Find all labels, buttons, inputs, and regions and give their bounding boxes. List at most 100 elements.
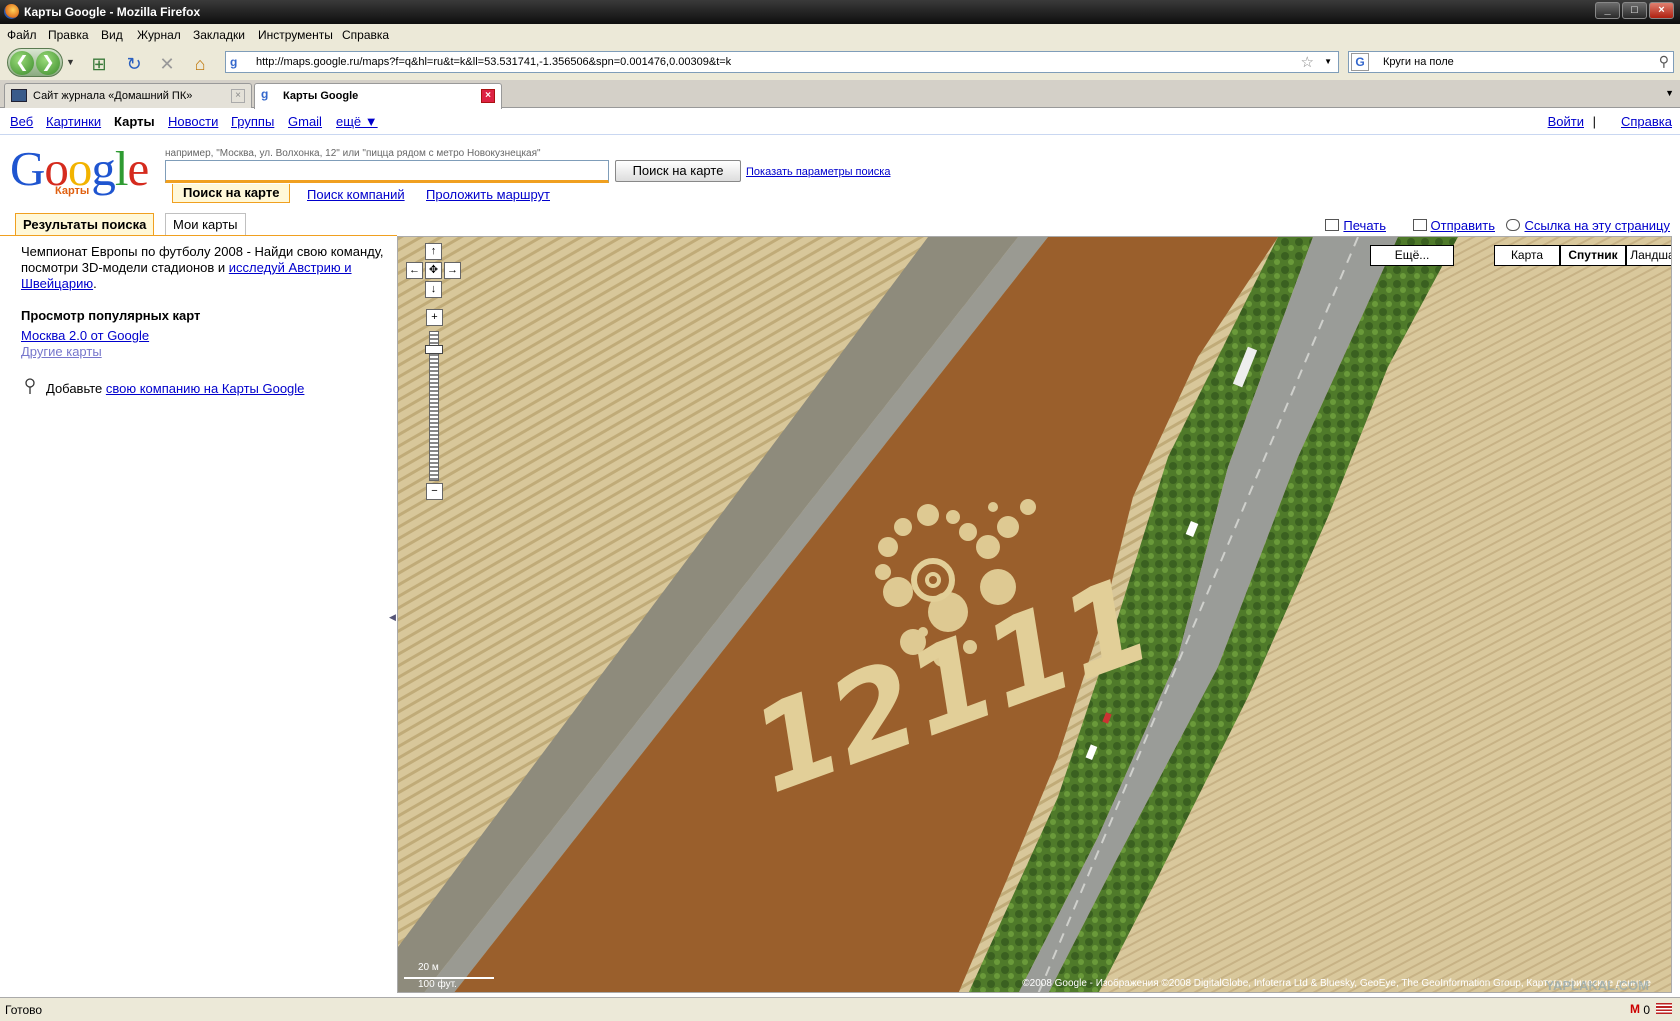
zoom-slider-thumb[interactable] [425,345,443,354]
close-tab-icon[interactable]: × [481,89,495,103]
tab-directions[interactable]: Проложить маршрут [426,187,550,202]
gbar-maps-current: Карты [114,114,155,129]
gbar-gmail-link[interactable]: Gmail [288,114,322,129]
address-dropdown-icon[interactable]: ▼ [1324,57,1332,66]
map-type-terrain[interactable]: Ландшафт [1626,245,1671,266]
stop-icon[interactable]: ✕ [156,53,178,75]
map-search-button[interactable]: Поиск на карте [615,160,741,182]
permalink-label[interactable]: Ссылка на эту страницу [1524,218,1670,233]
menu-bar: Файл Правка Вид Журнал Закладки Инструме… [0,24,1680,45]
add-business-link[interactable]: свою компанию на Карты Google [106,381,305,396]
pan-center-button[interactable]: ✥ [425,262,442,279]
status-text: Готово [5,1003,43,1017]
window-controls: _ □ × [1595,2,1674,19]
map-type-satellite[interactable]: Спутник [1560,245,1626,266]
status-bar: Готово M 0 [0,997,1680,1021]
firefox-icon [4,4,19,19]
menu-help[interactable]: Справка [342,28,389,42]
gbar-images-link[interactable]: Картинки [46,114,101,129]
menu-history[interactable]: Журнал [137,28,181,42]
help-link[interactable]: Справка [1621,114,1672,129]
tab-list-dropdown-icon[interactable]: ▼ [1665,88,1674,98]
pan-up-button[interactable]: ↑ [425,243,442,260]
home-icon[interactable]: ⌂ [189,53,211,75]
satellite-image: 12111 [398,237,1671,992]
promo-end: . [93,276,97,291]
minimize-button[interactable]: _ [1595,2,1620,19]
signin-link[interactable]: Войти [1548,114,1584,129]
search-engine-icon[interactable]: G [1351,53,1369,71]
tab-homepc[interactable]: Сайт журнала «Домашний ПК» × [4,83,252,108]
reload-icon[interactable]: ↻ [123,53,145,75]
tab-label: Карты Google [283,90,359,102]
tab-google-maps[interactable]: g Карты Google × [254,83,502,109]
send-label[interactable]: Отправить [1431,218,1495,233]
site-favicon-icon [11,89,27,102]
bookmark-star-icon[interactable]: ☆ [1301,53,1314,71]
satellite-map[interactable]: 12111 ↑ ← ✥ → ↓ + − Ещё... Карта Спутник… [397,236,1672,993]
printer-icon [1325,219,1340,231]
zoom-in-button[interactable]: + [426,309,443,326]
google-favicon-icon: g [230,55,238,69]
menu-file[interactable]: Файл [7,28,37,42]
gbar-groups-link[interactable]: Группы [231,114,274,129]
search-options-link[interactable]: Показать параметры поиска [746,166,890,178]
close-tab-icon[interactable]: × [231,89,245,103]
permalink-link[interactable]: Ссылка на эту страницу [1506,218,1670,233]
mail-count: 0 [1643,1003,1650,1017]
pan-control: ↑ ← ✥ → ↓ [404,243,464,303]
google-favicon-icon: g [261,87,269,101]
forward-button[interactable]: ❯ [36,51,60,75]
print-label[interactable]: Печать [1343,218,1386,233]
back-button[interactable]: ❮ [10,51,34,75]
send-link[interactable]: Отправить [1412,218,1495,233]
menu-view[interactable]: Вид [101,28,123,42]
collapse-panel-icon[interactable]: ◀ [389,612,396,623]
map-scale: 20 м 100 фут. [404,962,494,990]
pan-down-button[interactable]: ↓ [425,281,442,298]
menu-tools[interactable]: Инструменты [258,28,333,42]
zoom-out-button[interactable]: − [426,483,443,500]
map-pin-icon [25,378,35,394]
google-maps-logo[interactable]: Google Карты [10,143,155,203]
search-hint: например, "Москва, ул. Волхонка, 12" или… [165,148,541,159]
search-icon[interactable]: ⚲ [1659,53,1669,70]
map-search-input[interactable] [165,160,609,183]
navigation-toolbar: ❮ ❯ ▼ ⊞ ↻ ✕ ⌂ g http://maps.google.ru/ma… [0,45,1680,80]
tab-label: Сайт журнала «Домашний ПК» [33,90,193,102]
gbar-news-link[interactable]: Новости [168,114,218,129]
tab-map-search[interactable]: Поиск на карте [172,184,291,203]
google-bar: Веб Картинки Карты Новости Группы Gmail … [0,109,1680,135]
gbar-more-link[interactable]: ещё ▼ [336,114,378,129]
chain-link-icon [1506,219,1521,231]
browser-search-input[interactable]: G Круги на поле ⚲ [1348,51,1674,73]
tab-search-results[interactable]: Результаты поиска [15,213,155,235]
scale-imperial: 100 фут. [418,979,457,990]
map-type-map[interactable]: Карта [1494,245,1560,266]
zoom-control: + − [425,309,445,509]
results-panel: Чемпионат Европы по футболу 2008 - Найди… [0,236,396,996]
address-bar[interactable]: g http://maps.google.ru/maps?f=q&hl=ru&t… [225,51,1339,73]
maximize-button[interactable]: □ [1622,2,1647,19]
promo-text: Чемпионат Европы по футболу 2008 - Найди… [21,244,391,292]
map-type-more[interactable]: Ещё... [1370,245,1454,266]
menu-edit[interactable]: Правка [48,28,89,42]
close-window-button[interactable]: × [1649,2,1674,19]
tab-business-search[interactable]: Поиск компаний [307,187,405,202]
popular-maps-heading: Просмотр популярных карт [21,308,201,323]
pan-left-button[interactable]: ← [406,262,423,279]
tab-my-maps[interactable]: Мои карты [165,213,246,235]
history-dropdown-icon[interactable]: ▼ [66,57,75,67]
gmail-icon[interactable]: M [1630,1002,1640,1016]
envelope-icon [1412,219,1427,231]
print-link[interactable]: Печать [1325,218,1386,233]
new-tab-icon[interactable]: ⊞ [88,53,110,75]
pan-right-button[interactable]: → [444,262,461,279]
menu-bookmarks[interactable]: Закладки [193,28,245,42]
window-titlebar: Карты Google - Mozilla Firefox _ □ × [0,0,1680,24]
language-flag-icon[interactable] [1656,1003,1672,1014]
other-maps-link[interactable]: Другие карты [21,344,102,359]
moscow-map-link[interactable]: Москва 2.0 от Google [21,328,149,343]
gbar-web-link[interactable]: Веб [10,114,33,129]
watermark: YAPLAKAL.COM [1545,978,1649,993]
